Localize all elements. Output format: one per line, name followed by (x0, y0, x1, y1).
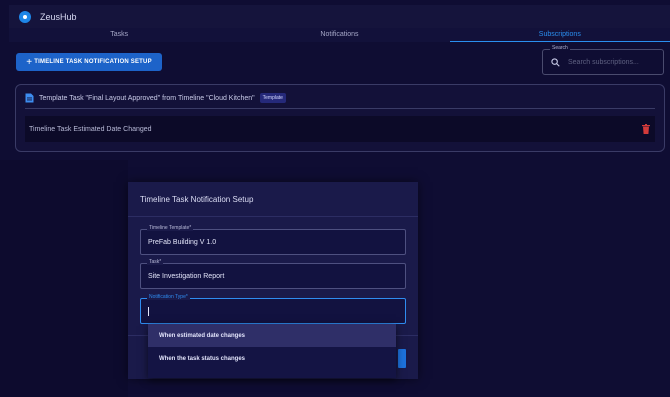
trash-icon[interactable] (642, 124, 650, 134)
subscription-card: Template Task "Final Layout Approved" fr… (15, 84, 665, 152)
add-notification-setup-label: TIMELINE TASK NOTIFICATION SETUP (34, 59, 152, 65)
notification-type-field[interactable]: Notification Type* (140, 294, 406, 324)
add-notification-setup-button[interactable]: + TIMELINE TASK NOTIFICATION SETUP (16, 53, 162, 71)
backdrop (0, 160, 128, 397)
option-estimated-date-changes[interactable]: When estimated date changes (148, 324, 396, 347)
task-label: Task* (147, 259, 164, 265)
tab-notifications[interactable]: Notifications (229, 28, 449, 42)
text-caret (148, 306, 149, 316)
divider (25, 108, 655, 109)
dialog-divider (128, 216, 418, 217)
tab-bar: Tasks Notifications Subscriptions (9, 28, 670, 42)
dialog-title: Timeline Task Notification Setup (140, 195, 254, 204)
subscription-row: Timeline Task Estimated Date Changed (25, 116, 655, 142)
app-title: ZeusHub (40, 11, 77, 22)
search-label: Search (550, 45, 570, 51)
search-field[interactable]: Search Search subscriptions... (542, 45, 664, 75)
option-task-status-changes[interactable]: When the task status changes (148, 347, 396, 370)
subscription-row-label: Timeline Task Estimated Date Changed (29, 125, 152, 133)
template-badge: Template (259, 93, 286, 103)
timeline-template-label: Timeline Template* (147, 225, 194, 231)
save-button[interactable] (398, 349, 406, 368)
task-value: Site Investigation Report (148, 272, 225, 280)
notification-type-label: Notification Type* (147, 294, 190, 300)
subscription-title: Template Task "Final Layout Approved" fr… (39, 94, 255, 102)
tab-tasks[interactable]: Tasks (9, 28, 229, 42)
search-input[interactable]: Search subscriptions... (568, 59, 639, 66)
search-icon (551, 57, 560, 67)
app-logo-icon (19, 10, 31, 23)
document-icon (25, 93, 34, 103)
timeline-template-value: PreFab Building V 1.0 (148, 238, 217, 246)
plus-icon: + (26, 56, 33, 68)
subscription-header: Template Task "Final Layout Approved" fr… (25, 93, 286, 103)
app-header: ZeusHub (9, 5, 670, 28)
notification-type-dropdown: When estimated date changes When the tas… (148, 324, 396, 378)
timeline-template-field[interactable]: Timeline Template* PreFab Building V 1.0 (140, 225, 406, 255)
tab-subscriptions[interactable]: Subscriptions (449, 28, 670, 42)
task-field[interactable]: Task* Site Investigation Report (140, 259, 406, 289)
